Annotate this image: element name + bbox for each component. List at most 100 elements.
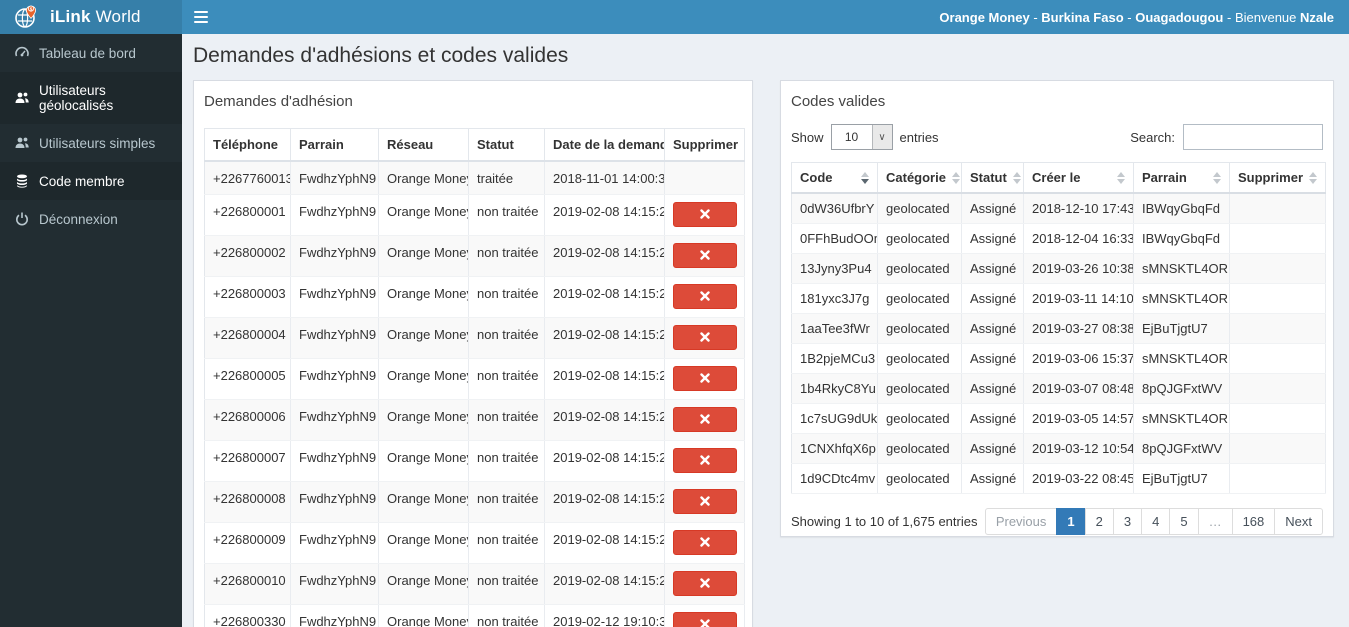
- col-creer-le-sortable[interactable]: Créer le: [1023, 162, 1134, 194]
- sort-icon: [951, 171, 960, 184]
- pagination-page-3[interactable]: 3: [1112, 508, 1143, 535]
- page-length-select[interactable]: 10 ∨: [830, 124, 893, 150]
- sidebar: Tableau de bord Utilisateurs géolocalisé…: [0, 34, 182, 627]
- page-title: Demandes d'adhésions et codes valides: [193, 44, 569, 67]
- pagination-next[interactable]: Next: [1274, 508, 1323, 535]
- delete-request-button[interactable]: [673, 406, 737, 432]
- users-icon: [15, 137, 29, 148]
- table-row: 0dW36UfbrY geolocated Assigné 2018-12-10 17…: [791, 193, 1326, 224]
- table-row: 1c7sUG9dUk geolocated Assigné 2019-03-05 14…: [791, 403, 1326, 434]
- table-row: +226800005 FwdhzYphN9 Orange Money non t…: [204, 358, 745, 400]
- table-row: +226800003 FwdhzYphN9 Orange Money non t…: [204, 276, 745, 318]
- requests-panel: Demandes d'adhésion Téléphone Parrain Ré…: [193, 80, 753, 627]
- col-supprimer: Supprimer: [664, 128, 745, 162]
- session-info: Orange Money - Burkina Faso - Ouagadougo…: [939, 9, 1334, 25]
- delete-request-button[interactable]: [673, 201, 737, 227]
- close-icon: [700, 537, 710, 547]
- col-telephone: Téléphone: [204, 128, 291, 162]
- table-row: +226800009 FwdhzYphN9 Orange Money non t…: [204, 522, 745, 564]
- org-name: Orange Money: [939, 9, 1030, 25]
- chevron-down-icon: ∨: [871, 125, 892, 149]
- power-icon: [16, 212, 28, 226]
- brand-logo[interactable]: $ iLink World: [0, 0, 182, 34]
- table-row: 181yxc3J7g geolocated Assigné 2019-03-11 14…: [791, 283, 1326, 314]
- sidebar-item-label: Utilisateurs géolocalisés: [39, 83, 114, 113]
- sort-icon: [1117, 171, 1125, 184]
- search-input[interactable]: [1183, 124, 1323, 150]
- search-control: Search:: [1130, 124, 1323, 150]
- close-icon: [700, 291, 710, 301]
- city-name: Ouagadougou: [1135, 9, 1224, 25]
- delete-request-button[interactable]: [673, 365, 737, 391]
- close-icon: [700, 209, 710, 219]
- pagination-page-2[interactable]: 2: [1084, 508, 1114, 535]
- col-statut-sortable[interactable]: Statut: [961, 162, 1024, 194]
- delete-request-button[interactable]: [673, 488, 737, 514]
- table-row: +226800330 FwdhzYphN9 Orange Money non t…: [204, 604, 745, 627]
- pagination-page-168[interactable]: 168: [1231, 508, 1276, 535]
- pagination-page-5[interactable]: 5: [1169, 508, 1199, 535]
- delete-request-button[interactable]: [673, 529, 737, 555]
- codes-table: Code Catégorie Statut Créer le Parrain S…: [791, 162, 1326, 494]
- sidebar-item-utilisateurs-simples[interactable]: Utilisateurs simples: [0, 124, 182, 162]
- col-statut: Statut: [468, 128, 545, 162]
- close-icon: [700, 578, 710, 588]
- table-row: +22677600139 FwdhzYphN9 Orange Money tra…: [204, 161, 745, 195]
- table-row: 0FFhBudOOm geolocated Assigné 2018-12-04 16…: [791, 223, 1326, 254]
- search-label: Search:: [1130, 129, 1175, 145]
- database-icon: [17, 174, 27, 188]
- svg-text:$: $: [30, 6, 33, 11]
- delete-request-button[interactable]: [673, 283, 737, 309]
- requests-panel-title: Demandes d'adhésion: [204, 93, 353, 110]
- table-row: 1aaTee3fWr geolocated Assigné 2019-03-27 08…: [791, 313, 1326, 344]
- close-icon: [700, 455, 710, 465]
- sidebar-toggle-button[interactable]: [194, 9, 216, 25]
- sidebar-item-label: Déconnexion: [39, 211, 118, 227]
- dashboard-icon: [15, 46, 29, 57]
- pagination-page-4[interactable]: 4: [1141, 508, 1171, 535]
- top-navbar: $ iLink World Orange Money - Burkina Fas…: [0, 0, 1349, 34]
- table-row: +226800008 FwdhzYphN9 Orange Money non t…: [204, 481, 745, 523]
- col-code-sortable[interactable]: Code: [791, 162, 878, 194]
- table-row: 1d9CDtc4mv geolocated Assigné 2019-03-22 08…: [791, 463, 1326, 494]
- sidebar-item-code-membre[interactable]: Code membre: [0, 162, 182, 200]
- delete-request-button[interactable]: [673, 570, 737, 596]
- delete-request-button[interactable]: [673, 611, 737, 627]
- sidebar-item-deconnexion[interactable]: Déconnexion: [0, 200, 182, 238]
- close-icon: [700, 332, 710, 342]
- close-icon: [700, 619, 710, 627]
- close-icon: [700, 414, 710, 424]
- delete-request-button[interactable]: [673, 324, 737, 350]
- sort-icon: [1309, 171, 1318, 184]
- table-row: 1B2pjeMCu3 geolocated Assigné 2019-03-06 15…: [791, 343, 1326, 374]
- sort-icon: [1012, 171, 1021, 184]
- col-supprimer-sortable[interactable]: Supprimer: [1229, 162, 1326, 194]
- delete-request-button[interactable]: [673, 447, 737, 473]
- requests-table: Téléphone Parrain Réseau Statut Date de …: [204, 128, 745, 627]
- sidebar-item-label: Tableau de bord: [39, 45, 136, 61]
- sidebar-item-label: Utilisateurs simples: [39, 135, 156, 151]
- table-row: +226800001 FwdhzYphN9 Orange Money non t…: [204, 194, 745, 236]
- col-parrain: Parrain: [290, 128, 379, 162]
- pagination-page-1[interactable]: 1: [1056, 508, 1086, 535]
- users-icon: [15, 92, 29, 103]
- entries-label: entries: [899, 129, 939, 145]
- table-row: +226800002 FwdhzYphN9 Orange Money non t…: [204, 235, 745, 277]
- sidebar-item-utilisateurs-geolocalises[interactable]: Utilisateurs géolocalisés: [0, 72, 182, 124]
- sidebar-item-tableau-de-bord[interactable]: Tableau de bord: [0, 34, 182, 72]
- table-row: 1CNXhfqX6p geolocated Assigné 2019-03-12 10…: [791, 433, 1326, 464]
- delete-request-button[interactable]: [673, 242, 737, 268]
- col-categorie-sortable[interactable]: Catégorie: [877, 162, 962, 194]
- pagination-ellipsis: …: [1197, 508, 1233, 535]
- sort-icon: [1213, 171, 1221, 184]
- table-row: 13Jyny3Pu4 geolocated Assigné 2019-03-26 10…: [791, 253, 1326, 284]
- pagination-previous[interactable]: Previous: [984, 508, 1058, 535]
- codes-table-header-row: Code Catégorie Statut Créer le Parrain S…: [791, 162, 1326, 194]
- col-date: Date de la demande: [544, 128, 665, 162]
- col-parrain-sortable[interactable]: Parrain: [1133, 162, 1230, 194]
- show-label: Show: [791, 129, 824, 145]
- table-summary: Showing 1 to 10 of 1,675 entries: [791, 514, 978, 529]
- codes-panel-title: Codes valides: [791, 93, 886, 110]
- table-row: +226800004 FwdhzYphN9 Orange Money non t…: [204, 317, 745, 359]
- page-length-value: 10: [844, 130, 859, 144]
